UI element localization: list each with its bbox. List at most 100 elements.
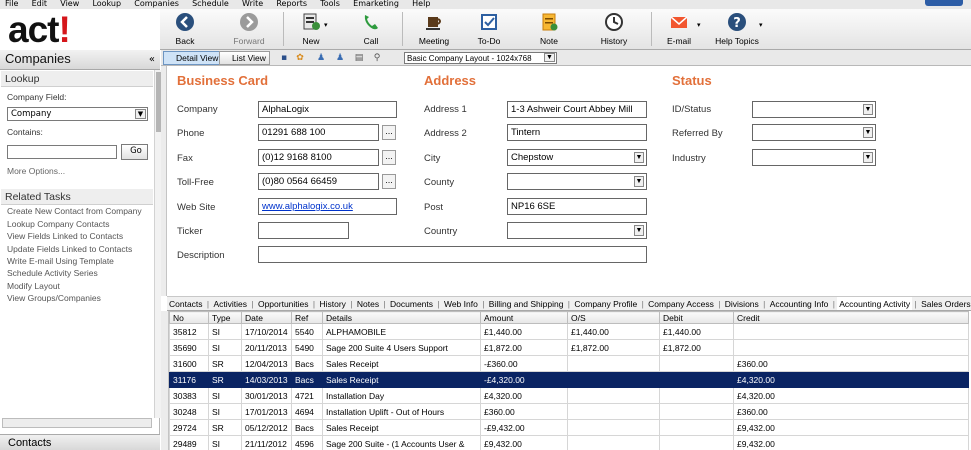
menu-file[interactable]: File [5, 0, 18, 8]
tab-divisions[interactable]: Divisions [723, 297, 761, 310]
tab-documents[interactable]: Documents [388, 297, 435, 310]
tab-accounting-activity[interactable]: Accounting Activity [837, 297, 913, 310]
menu-help[interactable]: Help [412, 0, 430, 8]
tab-contacts[interactable]: Contacts [167, 297, 205, 310]
table-row[interactable]: 35812 SI 17/10/2014 5540 ALPHAMOBILE £1,440.0… [169, 323, 969, 340]
chevron-down-icon[interactable]: ▾ [759, 21, 763, 29]
task-link[interactable]: Write E-mail Using Template [7, 256, 114, 266]
website-field[interactable]: www.alphalogix.co.uk [258, 198, 397, 215]
column-header-details[interactable]: Details [322, 311, 481, 324]
note-button[interactable]: Note [530, 9, 568, 50]
save-icon[interactable]: ▪ [279, 53, 289, 63]
table-row[interactable]: 31600 SR 12/04/2013 Bacs Sales Receipt -£360.… [169, 355, 969, 372]
menu-tools[interactable]: Tools [320, 0, 340, 8]
task-link[interactable]: Schedule Activity Series [7, 268, 98, 278]
column-header-type[interactable]: Type [208, 311, 242, 324]
search-icon[interactable]: ⚲ [372, 53, 382, 63]
tab-company-profile[interactable]: Company Profile [572, 297, 639, 310]
task-link[interactable]: View Groups/Companies [7, 293, 101, 303]
chevron-down-icon[interactable]: ▾ [697, 21, 701, 29]
description-field[interactable] [258, 246, 647, 263]
left-vertical-scrollbar[interactable] [154, 70, 161, 418]
table-row[interactable]: 35690 SI 20/11/2013 5490 Sage 200 Suite 4 Us… [169, 339, 969, 356]
column-header-date[interactable]: Date [241, 311, 292, 324]
forward-button[interactable]: Forward [227, 9, 271, 50]
county-select[interactable]: ▼ [507, 173, 647, 190]
menu-lookup[interactable]: Lookup [92, 0, 121, 8]
menu-schedule[interactable]: Schedule [192, 0, 229, 8]
menu-reports[interactable]: Reports [276, 0, 307, 8]
phone-field[interactable]: 01291 688 100 [258, 124, 379, 141]
chevron-down-icon[interactable]: ▾ [324, 21, 328, 29]
table-row[interactable]: 29724 SR 05/12/2012 Bacs Sales Receipt -£9,43… [169, 419, 969, 436]
task-link[interactable]: Update Fields Linked to Contacts [7, 244, 132, 254]
city-select[interactable]: Chepstow ▼ [507, 149, 647, 166]
task-link[interactable]: Lookup Company Contacts [7, 219, 110, 229]
task-link[interactable]: Modify Layout [7, 281, 60, 291]
gear-icon[interactable]: ✿ [295, 53, 305, 63]
column-header-credit[interactable]: Credit [733, 311, 969, 324]
address1-field[interactable]: 1-3 Ashweir Court Abbey Mill [507, 101, 647, 118]
more-options-link[interactable]: More Options... [7, 166, 65, 176]
add-contact-icon[interactable]: ♟ [316, 53, 326, 63]
meeting-button[interactable]: Meeting [412, 9, 456, 50]
left-horizontal-scrollbar[interactable] [2, 418, 152, 428]
lookup-section-header[interactable]: Lookup [1, 71, 153, 87]
table-row[interactable]: 30383 SI 30/01/2013 4721 Installation Day £4,… [169, 387, 969, 404]
email-button[interactable]: E-mail ▾ [662, 9, 701, 50]
go-button[interactable]: Go [121, 144, 148, 160]
collapse-pane-icon[interactable]: « [149, 54, 155, 65]
table-row[interactable]: 29489 SI 21/11/2012 4596 Sage 200 Suite - (1… [169, 435, 969, 450]
phone-list-icon[interactable]: ▤ [354, 53, 364, 63]
todo-button[interactable]: To-Do [470, 9, 508, 50]
column-header-amount[interactable]: Amount [480, 311, 568, 324]
related-tasks-header[interactable]: Related Tasks [1, 189, 153, 205]
tollfree-field[interactable]: (0)80 0564 66459 [258, 173, 379, 190]
menu-emarketing[interactable]: Emarketing [353, 0, 399, 8]
column-header-ref[interactable]: Ref [291, 311, 323, 324]
tab-opportunities[interactable]: Opportunities [256, 297, 311, 310]
menu-edit[interactable]: Edit [32, 0, 48, 8]
task-link[interactable]: View Fields Linked to Contacts [7, 231, 123, 241]
new-button[interactable]: New ▾ [294, 9, 328, 50]
call-button[interactable]: Call [354, 9, 388, 50]
layout-select[interactable]: Basic Company Layout - 1024x768 ▼ [404, 52, 557, 64]
menu-view[interactable]: View [60, 0, 79, 8]
industry-select[interactable]: ▼ [752, 149, 876, 166]
contains-input[interactable] [7, 145, 117, 159]
fax-field[interactable]: (0)12 9168 8100 [258, 149, 379, 166]
column-header-no[interactable]: No [169, 311, 209, 324]
tab-billing-and-shipping[interactable]: Billing and Shipping [487, 297, 566, 310]
tab-accounting-info[interactable]: Accounting Info [768, 297, 831, 310]
tollfree-ellipsis-button[interactable]: ... [382, 174, 396, 189]
ticker-field[interactable] [258, 222, 349, 239]
tab-sales-orders[interactable]: Sales Orders [919, 297, 971, 310]
contacts-nav-bar[interactable]: Contacts [0, 434, 160, 450]
tab-company-access[interactable]: Company Access [646, 297, 716, 310]
address2-field[interactable]: Tintern [507, 124, 647, 141]
post-field[interactable]: NP16 6SE [507, 198, 647, 215]
tab-web-info[interactable]: Web Info [442, 297, 480, 310]
menu-write[interactable]: Write [242, 0, 263, 8]
detail-view-tab[interactable]: Detail View [163, 51, 223, 65]
fax-ellipsis-button[interactable]: ... [382, 150, 396, 165]
tab-activities[interactable]: Activities [211, 297, 249, 310]
table-row[interactable]: 30248 SI 17/01/2013 4694 Installation Uplift… [169, 403, 969, 420]
company-field-select[interactable]: Company ▼ [7, 107, 148, 121]
contact-lookup-icon[interactable]: ♟ [335, 53, 345, 63]
referred-by-select[interactable]: ▼ [752, 124, 876, 141]
window-control[interactable] [925, 0, 963, 6]
list-view-tab[interactable]: List View [219, 51, 270, 65]
tab-history[interactable]: History [317, 297, 347, 310]
column-header-debit[interactable]: Debit [659, 311, 734, 324]
pane-splitter[interactable] [161, 66, 167, 296]
column-header-o-s[interactable]: O/S [567, 311, 660, 324]
company-field[interactable]: AlphaLogix [258, 101, 397, 118]
task-link[interactable]: Create New Contact from Company [7, 206, 142, 216]
id-status-select[interactable]: ▼ [752, 101, 876, 118]
back-button[interactable]: Back [168, 9, 202, 50]
help-topics-button[interactable]: ? Help Topics ▾ [712, 9, 763, 50]
country-select[interactable]: ▼ [507, 222, 647, 239]
history-button[interactable]: History [592, 9, 636, 50]
tab-notes[interactable]: Notes [355, 297, 381, 310]
